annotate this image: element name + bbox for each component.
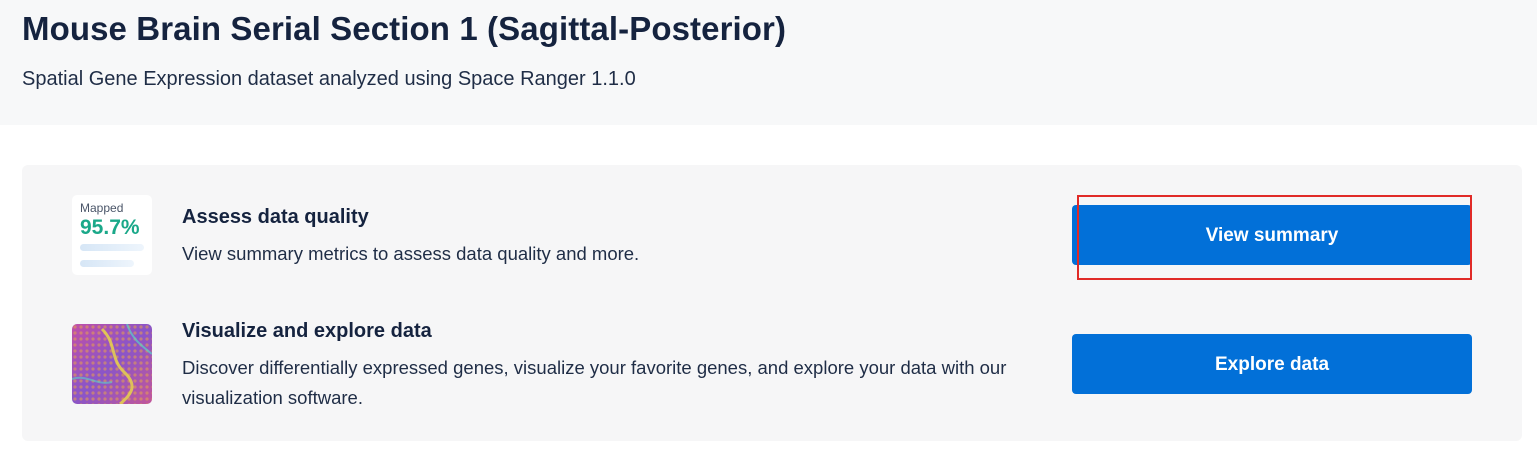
assess-quality-description: View summary metrics to assess data qual… (182, 243, 640, 264)
placeholder-bar (80, 260, 134, 267)
placeholder-bar (80, 244, 144, 251)
tissue-image-icon (72, 324, 152, 404)
mapped-metric-thumbnail: Mapped 95.7% (72, 195, 152, 275)
visualize-explore-description: Discover differentially expressed genes,… (182, 357, 1007, 408)
explore-data-button[interactable]: Explore data (1072, 334, 1472, 394)
visualize-explore-title: Visualize and explore data (182, 320, 432, 342)
mapped-value: 95.7% (80, 216, 140, 239)
assess-quality-title: Assess data quality (182, 206, 369, 228)
actions-card: Mapped 95.7% Assess data quality View su… (22, 165, 1522, 441)
view-summary-button[interactable]: View summary (1072, 205, 1472, 265)
mapped-label: Mapped (80, 201, 124, 215)
page-header: Mouse Brain Serial Section 1 (Sagittal-P… (0, 0, 1537, 125)
page-title: Mouse Brain Serial Section 1 (Sagittal-P… (22, 10, 787, 47)
page-subtitle: Spatial Gene Expression dataset analyzed… (22, 68, 636, 90)
